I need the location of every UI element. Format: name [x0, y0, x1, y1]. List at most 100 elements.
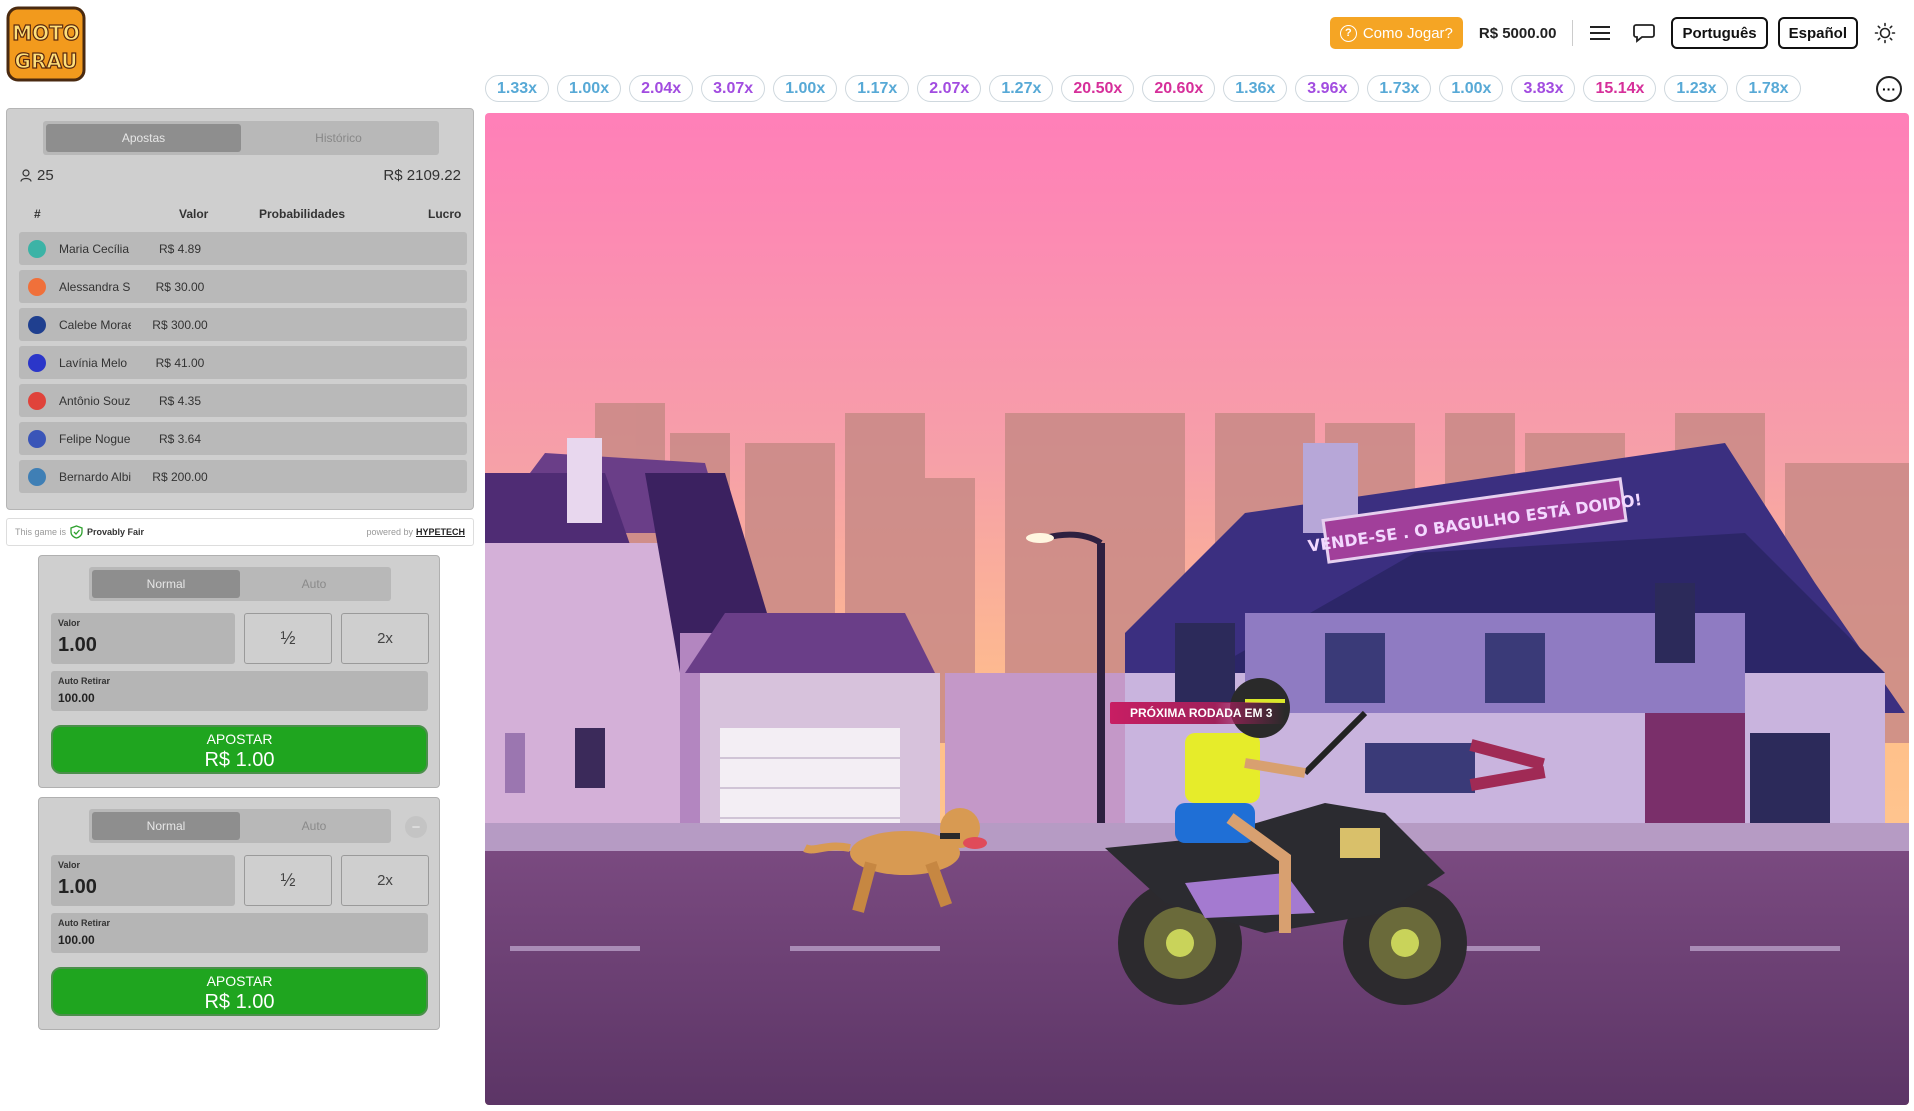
tab-normal[interactable]: Normal	[92, 812, 240, 840]
more-history-button[interactable]: ···	[1876, 76, 1902, 102]
theme-toggle[interactable]	[1868, 17, 1902, 49]
next-round-countdown: PRÓXIMA RODADA EM 3	[1110, 702, 1285, 724]
avatar	[28, 316, 46, 334]
player-name: Antônio Souz	[59, 393, 131, 408]
moto-grau-logo: MOTO GRAU	[6, 4, 88, 84]
menu-button[interactable]	[1583, 17, 1617, 49]
half-button[interactable]: ½	[244, 855, 332, 906]
avatar	[28, 430, 46, 448]
bet-value: 1.00	[58, 634, 97, 656]
total-bet: R$ 2109.22	[383, 167, 461, 184]
multiplier-chip[interactable]: 3.07x	[701, 75, 766, 102]
how-to-play-label: Como Jogar?	[1362, 24, 1453, 42]
multiplier-chip[interactable]: 1.27x	[989, 75, 1054, 102]
table-row: Felipe Nogue R$ 3.64	[19, 422, 467, 455]
tab-history[interactable]: Histórico	[241, 124, 436, 152]
multiplier-chip[interactable]: 3.83x	[1511, 75, 1576, 102]
player-name: Lavínia Melo	[59, 355, 128, 370]
auto-cashout-value: 100.00	[58, 933, 95, 947]
player-count: 25	[20, 167, 54, 184]
bet-amount: R$ 200.00	[152, 469, 208, 484]
lang-pt-button[interactable]: Português	[1671, 17, 1768, 49]
avatar	[28, 278, 46, 296]
avatar	[28, 354, 46, 372]
bet-amount: R$ 3.64	[158, 431, 202, 446]
table-row: Bernardo Albi R$ 200.00	[19, 460, 467, 493]
place-bet-label: APOSTAR	[206, 973, 273, 989]
bet-value-field[interactable]: Valor 1.00	[51, 613, 235, 664]
bets-table: Maria Cecília R$ 4.89 Alessandra S R$ 30.00…	[19, 232, 467, 498]
tab-auto[interactable]: Auto	[240, 570, 388, 598]
multiplier-chip[interactable]: 20.50x	[1061, 75, 1135, 102]
half-button[interactable]: ½	[244, 613, 332, 664]
multiplier-chip[interactable]: 20.60x	[1142, 75, 1216, 102]
logo-text-bottom: GRAU	[15, 49, 78, 73]
remove-bet-panel-button[interactable]: −	[405, 816, 427, 838]
multiplier-chip[interactable]: 1.36x	[1223, 75, 1288, 102]
fair-prefix: This game is	[15, 527, 67, 537]
hypetech-link[interactable]: HYPETECH	[416, 527, 465, 537]
tab-normal[interactable]: Normal	[92, 570, 240, 598]
bet-amount: R$ 4.35	[158, 393, 202, 408]
provably-fair-bar: This game is Provably Fair powered by HY…	[6, 518, 474, 546]
bet-amount: R$ 30.00	[155, 279, 205, 294]
tab-auto[interactable]: Auto	[240, 812, 388, 840]
bet-value-field[interactable]: Valor 1.00	[51, 855, 235, 906]
multiplier-chip[interactable]: 2.04x	[629, 75, 694, 102]
double-button[interactable]: 2x	[341, 855, 429, 906]
bets-table-header: # Valor Probabilidades Lucro	[20, 207, 467, 225]
multiplier-chip[interactable]: 1.33x	[485, 75, 550, 102]
table-row: Maria Cecília R$ 4.89	[19, 232, 467, 265]
auto-cashout-field[interactable]: Auto Retirar 100.00	[51, 913, 428, 953]
auto-cashout-label: Auto Retirar	[58, 918, 111, 928]
bets-tabs: Apostas Histórico	[43, 121, 439, 155]
game-canvas: VENDE-SE . O BAGULHO ESTÁ DOIDO! PRÓXIMA…	[485, 113, 1909, 1105]
bet-panel-1: Normal Auto Valor 1.00 ½ 2x Auto Retirar…	[38, 555, 440, 788]
player-name: Calebe Morae	[59, 317, 131, 332]
bet-amount: R$ 41.00	[155, 355, 205, 370]
table-row: Alessandra S R$ 30.00	[19, 270, 467, 303]
avatar	[28, 240, 46, 258]
avatar	[28, 392, 46, 410]
place-bet-button[interactable]: APOSTAR R$ 1.00	[51, 725, 428, 774]
multiplier-chip[interactable]: 1.73x	[1367, 75, 1432, 102]
bet-amount: R$ 300.00	[152, 317, 208, 332]
multiplier-chip[interactable]: 1.00x	[557, 75, 622, 102]
multiplier-chip[interactable]: 1.23x	[1664, 75, 1729, 102]
bet-panel-2: Normal Auto − Valor 1.00 ½ 2x Auto Retir…	[38, 797, 440, 1030]
multiplier-chip[interactable]: 1.78x	[1736, 75, 1801, 102]
sun-icon	[1874, 22, 1896, 44]
ellipsis-icon: ···	[1882, 81, 1896, 97]
player-name: Felipe Nogue	[59, 431, 131, 446]
tab-bets[interactable]: Apostas	[46, 124, 241, 152]
balance: R$ 5000.00	[1478, 24, 1557, 42]
place-bet-button[interactable]: APOSTAR R$ 1.00	[51, 967, 428, 1016]
powered-by: powered by	[366, 527, 413, 537]
auto-cashout-field[interactable]: Auto Retirar 100.00	[51, 671, 428, 711]
col-value: Valor	[179, 207, 209, 221]
place-bet-amount: R$ 1.00	[204, 991, 275, 1013]
table-row: Antônio Souz R$ 4.35	[19, 384, 467, 417]
double-button[interactable]: 2x	[341, 613, 429, 664]
multiplier-chip[interactable]: 1.00x	[1439, 75, 1504, 102]
shield-check-icon	[70, 525, 83, 539]
multiplier-chip[interactable]: 1.00x	[773, 75, 838, 102]
user-icon	[20, 169, 32, 182]
bet-amount: R$ 4.89	[158, 241, 202, 256]
player-name: Bernardo Albi	[59, 469, 131, 484]
place-bet-amount: R$ 1.00	[204, 749, 275, 771]
lang-es-button[interactable]: Español	[1777, 17, 1858, 49]
provably-fair-link[interactable]: Provably Fair	[70, 525, 144, 539]
multiplier-chip[interactable]: 1.17x	[845, 75, 910, 102]
chat-button[interactable]	[1627, 17, 1661, 49]
multiplier-chip[interactable]: 3.96x	[1295, 75, 1360, 102]
bet-mode-tabs: Normal Auto	[89, 567, 391, 601]
how-to-play-button[interactable]: ? Como Jogar?	[1329, 17, 1463, 49]
multiplier-chip[interactable]: 15.14x	[1583, 75, 1657, 102]
chat-icon	[1633, 24, 1656, 43]
avatar	[28, 468, 46, 486]
top-bar: ? Como Jogar? R$ 5000.00 Português Españ…	[1329, 15, 1902, 51]
multiplier-chip[interactable]: 2.07x	[917, 75, 982, 102]
player-name: Alessandra S	[59, 279, 131, 294]
player-name: Maria Cecília	[59, 241, 130, 256]
